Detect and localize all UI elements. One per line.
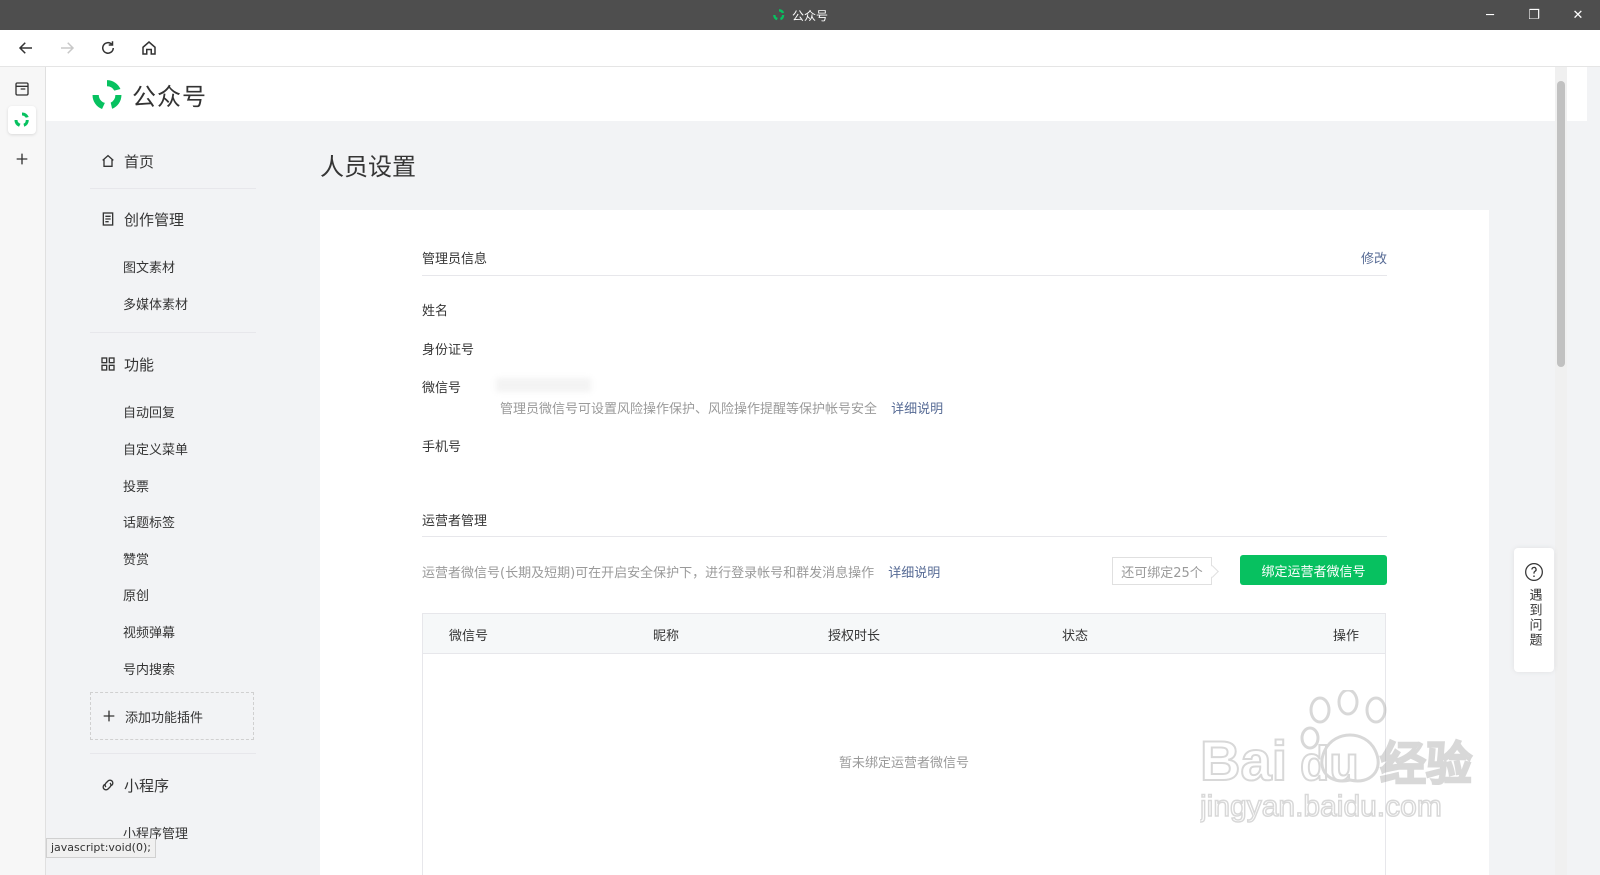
wechat-value-blurred	[496, 378, 591, 392]
admin-section-title: 管理员信息	[422, 252, 488, 267]
column-status: 状态	[1062, 629, 1089, 644]
plus-icon	[103, 710, 115, 722]
close-button[interactable]: ✕	[1556, 0, 1600, 30]
baidu-jingyan-watermark: Bai du 经验 jingyan.baidu.com	[1198, 688, 1500, 830]
watermark-du: du	[1300, 738, 1359, 791]
operators-detail-link[interactable]: 详细说明	[888, 566, 940, 581]
sidebar-divider	[90, 753, 256, 754]
browser-navbar	[0, 30, 1600, 67]
admin-detail-link[interactable]: 详细说明	[891, 402, 943, 417]
browser-status-bar: javascript:void(0);	[46, 838, 156, 858]
question-icon	[1525, 563, 1543, 581]
wechat-label: 微信号	[422, 381, 462, 396]
sidebar-item-creation[interactable]: 创作管理	[90, 209, 184, 229]
section-divider	[422, 536, 1387, 537]
add-plugin-label: 添加功能插件	[125, 710, 204, 726]
help-label: 遇到问题	[1526, 588, 1542, 648]
sidebar-item-video-danmaku[interactable]: 视频弹幕	[123, 622, 175, 641]
quota-badge: 还可绑定25个	[1112, 557, 1212, 585]
table-header: 微信号 昵称 授权时长 状态 操作	[423, 614, 1385, 654]
watermark-url: jingyan.baidu.com	[1200, 790, 1442, 823]
column-nickname: 昵称	[653, 629, 680, 644]
page-scrollbar[interactable]	[1555, 67, 1567, 875]
minimize-button[interactable]: ─	[1468, 0, 1512, 30]
help-float-button[interactable]: 遇到问题	[1514, 548, 1554, 672]
sidebar-item-custom-menu[interactable]: 自定义菜单	[123, 439, 188, 458]
window-title: 公众号	[791, 8, 829, 23]
site-logo[interactable]: 公众号	[90, 77, 207, 112]
wechat-official-logo-icon	[773, 9, 785, 21]
refresh-icon[interactable]	[94, 34, 122, 62]
sidebar-divider	[90, 332, 256, 333]
restore-button[interactable]: ❐	[1512, 0, 1556, 30]
link-icon	[102, 779, 114, 791]
sidebar-item-topic-tags[interactable]: 话题标签	[123, 512, 175, 531]
sidebar-item-label: 首页	[124, 152, 155, 171]
column-wechat: 微信号	[449, 629, 489, 644]
page-title: 人员设置	[320, 153, 416, 181]
operators-tip-text: 运营者微信号(长期及短期)可在开启安全保护下，进行登录帐号和群发消息操作	[422, 566, 875, 581]
sidebar-item-miniprogram[interactable]: 小程序	[90, 775, 169, 795]
sidebar-item-auto-reply[interactable]: 自动回复	[123, 402, 175, 421]
sidebar-item-vote[interactable]: 投票	[123, 476, 149, 495]
tabs-icon[interactable]	[8, 75, 36, 103]
wechat-tip: 管理员微信号可设置风险操作保护、风险操作提醒等保护帐号安全 详细说明	[500, 398, 943, 417]
logo-text: 公众号	[132, 83, 207, 111]
phone-label: 手机号	[422, 440, 462, 455]
sidebar-item-label: 小程序	[124, 776, 170, 795]
add-app-icon[interactable]	[8, 145, 36, 173]
name-label: 姓名	[422, 304, 449, 319]
sidebar-item-original[interactable]: 原创	[123, 585, 149, 604]
bind-operator-button[interactable]: 绑定运营者微信号	[1240, 555, 1387, 585]
sidebar-item-article-material[interactable]: 图文素材	[123, 257, 175, 276]
id-number-label: 身份证号	[422, 343, 475, 358]
official-account-app-icon[interactable]	[8, 106, 36, 134]
sidebar-item-label: 功能	[124, 355, 155, 374]
sidebar-item-reward[interactable]: 赞赏	[123, 549, 149, 568]
forward-icon[interactable]	[53, 34, 81, 62]
page-header: 公众号	[46, 67, 1587, 121]
sidebar-divider	[90, 188, 256, 189]
grid-icon	[101, 357, 115, 371]
column-auth-duration: 授权时长	[828, 629, 881, 644]
home-icon	[102, 154, 114, 167]
watermark-jingyan: 经验	[1380, 737, 1472, 791]
home-icon[interactable]	[135, 34, 163, 62]
document-icon	[102, 212, 114, 226]
window-titlebar: 公众号 ─ ❐ ✕	[0, 0, 1600, 30]
add-plugin-button[interactable]: 添加功能插件	[90, 692, 254, 740]
operators-tip: 运营者微信号(长期及短期)可在开启安全保护下，进行登录帐号和群发消息操作 详细说…	[422, 562, 940, 581]
edit-admin-link[interactable]: 修改	[1361, 248, 1387, 267]
app-rail	[0, 67, 46, 875]
column-actions: 操作	[1332, 629, 1359, 644]
wechat-tip-text: 管理员微信号可设置风险操作保护、风险操作提醒等保护帐号安全	[500, 402, 878, 417]
section-divider	[422, 275, 1387, 276]
sidebar-item-media-material[interactable]: 多媒体素材	[123, 294, 188, 313]
sidebar-item-account-search[interactable]: 号内搜索	[123, 659, 175, 678]
sidebar-item-label: 创作管理	[124, 210, 185, 229]
scrollbar-thumb[interactable]	[1557, 81, 1565, 367]
official-account-logo-icon	[92, 79, 122, 109]
watermark-bai: Bai	[1200, 729, 1287, 792]
window-title-group: 公众号	[772, 0, 828, 30]
sidebar-item-home[interactable]: 首页	[90, 151, 154, 171]
back-icon[interactable]	[12, 34, 40, 62]
operators-section-title: 运营者管理	[422, 514, 488, 529]
sidebar-item-features[interactable]: 功能	[90, 354, 154, 374]
